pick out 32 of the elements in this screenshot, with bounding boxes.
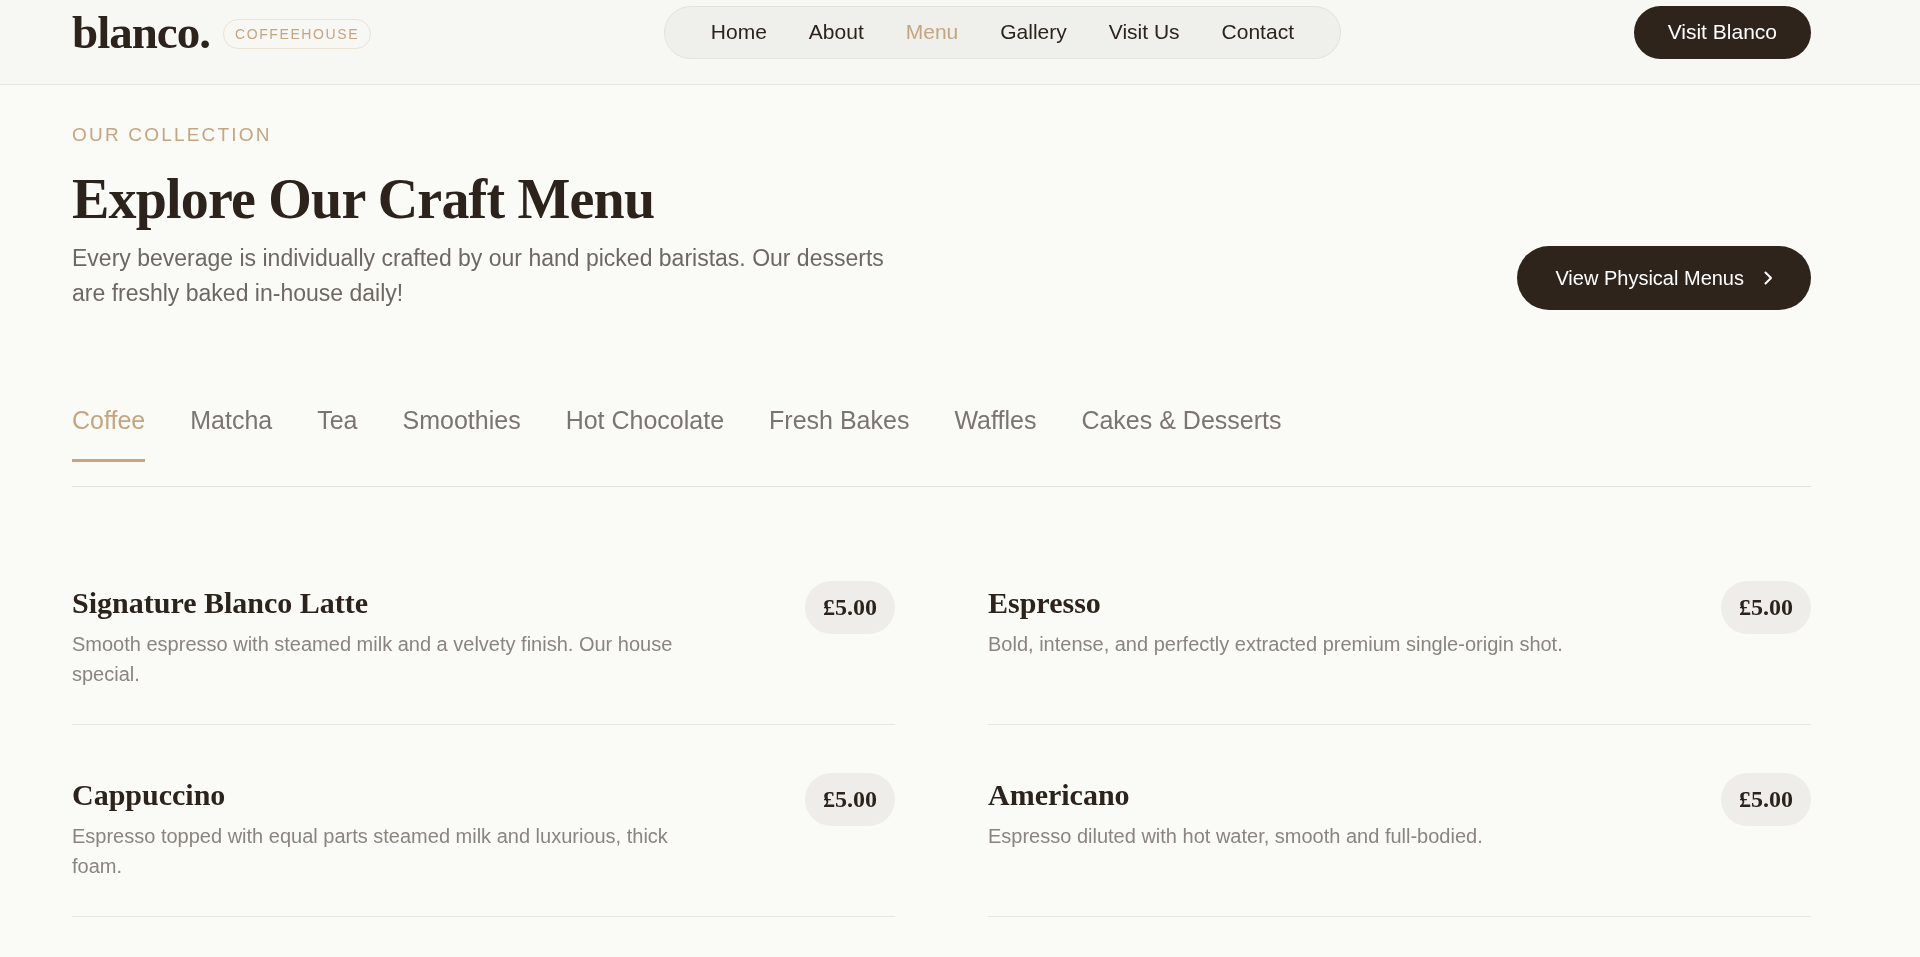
- nav-link[interactable]: Gallery: [1000, 20, 1067, 44]
- section-eyebrow: OUR COLLECTION: [72, 123, 273, 147]
- menu-item-description: Espresso topped with equal parts steamed milk and luxurious, thick foam.: [72, 824, 669, 879]
- category-tab[interactable]: Matcha: [190, 405, 273, 462]
- menu-item-description: Espresso diluted with hot water, smooth and full-bodied.: [988, 824, 1483, 849]
- menu-item-description: Smooth espresso with steamed milk and a velvety finish. Our house special.: [72, 632, 674, 687]
- nav-link[interactable]: Home: [710, 20, 767, 44]
- nav-link[interactable]: Visit Us: [1108, 20, 1180, 44]
- price-tag: £5.00: [805, 581, 895, 634]
- price-tag: £5.00: [1721, 581, 1811, 634]
- nav-link[interactable]: Contact: [1221, 20, 1294, 44]
- category-tab[interactable]: Cakes & Desserts: [1081, 405, 1282, 462]
- menu-item-description: Bold, intense, and perfectly extracted premium single-origin shot.: [988, 632, 1563, 657]
- intro-text: Every beverage is individually crafted by our hand picked baristas. Our desserts are freshly baked in-house daily!: [72, 244, 885, 308]
- chevron-right-icon: [1764, 271, 1773, 285]
- menu-item-name: Espresso: [988, 585, 1102, 621]
- nav-link[interactable]: About: [808, 20, 864, 44]
- menu-item-name: Signature Blanco Latte: [72, 585, 370, 621]
- menus-button[interactable]: View Physical Menus: [1517, 246, 1811, 310]
- category-tab[interactable]: Smoothies: [402, 405, 521, 462]
- menu-item-name: Americano: [988, 777, 1131, 813]
- category-tab[interactable]: Coffee: [72, 405, 146, 462]
- category-tab[interactable]: Fresh Bakes: [769, 405, 910, 462]
- brand-logo[interactable]: blanco.: [72, 8, 210, 56]
- price-tag: £5.00: [805, 773, 895, 826]
- visit-button[interactable]: Visit Blanco: [1633, 5, 1811, 59]
- category-tab[interactable]: Waffles: [954, 405, 1037, 462]
- category-tab[interactable]: Tea: [317, 405, 358, 462]
- category-tab[interactable]: Hot Chocolate: [565, 405, 725, 462]
- page-heading: Explore Our Craft Menu: [72, 167, 656, 232]
- price-tag: £5.00: [1721, 773, 1811, 826]
- menu-item-name: Cappuccino: [72, 777, 227, 813]
